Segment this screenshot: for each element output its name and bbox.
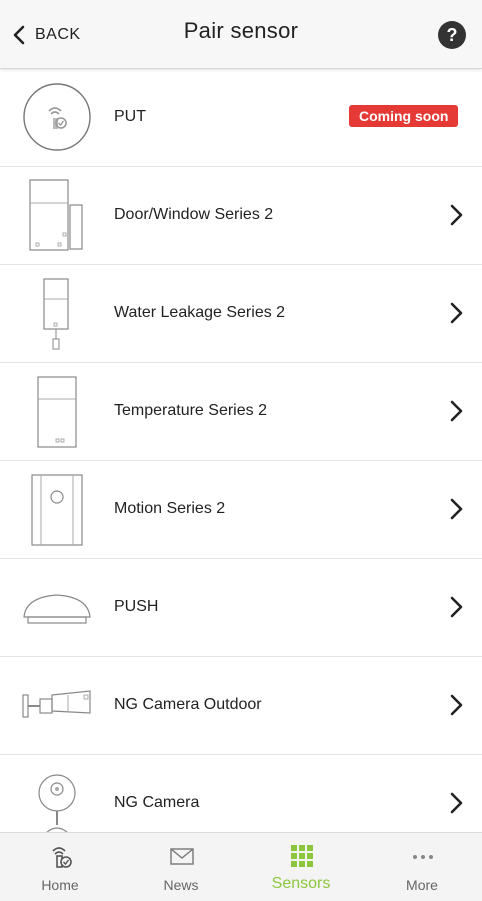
tab-label: News — [163, 877, 199, 893]
sensor-label: PUSH — [114, 598, 159, 615]
more-dots-icon — [413, 855, 433, 859]
sensor-list: PUT Coming soon Door/Window Series 2 Wat… — [0, 68, 482, 832]
temperature-sensor-icon — [37, 376, 77, 448]
tab-label: More — [406, 877, 438, 893]
outdoor-camera-icon — [22, 690, 91, 718]
sensor-item-water-leakage[interactable]: Water Leakage Series 2 — [0, 264, 482, 363]
chevron-right-icon — [450, 400, 463, 422]
sensor-label: Motion Series 2 — [114, 500, 226, 517]
chevron-right-icon — [450, 792, 463, 814]
sensor-item-temperature[interactable]: Temperature Series 2 — [0, 362, 482, 461]
sensor-label: NG Camera Outdoor — [114, 696, 262, 713]
sensor-item-push[interactable]: PUSH — [0, 558, 482, 657]
envelope-icon — [170, 848, 194, 865]
water-leakage-sensor-icon — [43, 278, 69, 350]
sensor-item-motion[interactable]: Motion Series 2 — [0, 460, 482, 559]
chevron-right-icon — [450, 694, 463, 716]
chevron-right-icon — [450, 498, 463, 520]
bottom-tab-bar: Home News Sensors More — [0, 832, 482, 901]
page-title: Pair sensor — [183, 18, 299, 43]
sensor-item-door-window[interactable]: Door/Window Series 2 — [0, 166, 482, 265]
sensor-item-put[interactable]: PUT Coming soon — [0, 68, 482, 167]
indoor-camera-icon — [38, 774, 76, 832]
tab-news[interactable]: News — [121, 833, 241, 901]
sensor-label: PUT — [114, 108, 146, 125]
push-button-icon — [23, 594, 91, 624]
app-header: BACK Pair sensor ? — [0, 0, 482, 69]
chevron-right-icon — [450, 302, 463, 324]
home-icon — [52, 847, 72, 868]
tab-more[interactable]: More — [362, 833, 482, 901]
tab-home[interactable]: Home — [0, 833, 120, 901]
chevron-right-icon — [450, 596, 463, 618]
sensor-item-camera[interactable]: NG Camera — [0, 754, 482, 832]
coming-soon-badge: Coming soon — [349, 105, 459, 127]
sensor-label: Water Leakage Series 2 — [114, 304, 286, 321]
motion-sensor-icon — [31, 474, 83, 546]
door-window-sensor-icon — [29, 179, 83, 251]
tab-label: Home — [41, 877, 79, 893]
help-button[interactable]: ? — [438, 21, 466, 49]
chevron-right-icon — [450, 204, 463, 226]
sensor-label: Door/Window Series 2 — [114, 206, 274, 223]
sensor-label: Temperature Series 2 — [114, 402, 267, 419]
sensor-item-camera-outdoor[interactable]: NG Camera Outdoor — [0, 656, 482, 755]
put-sensor-icon — [23, 83, 91, 151]
tab-label: Sensors — [271, 875, 331, 892]
tab-sensors[interactable]: Sensors — [241, 833, 361, 901]
sensor-label: NG Camera — [114, 794, 200, 811]
grid-icon — [291, 845, 313, 867]
